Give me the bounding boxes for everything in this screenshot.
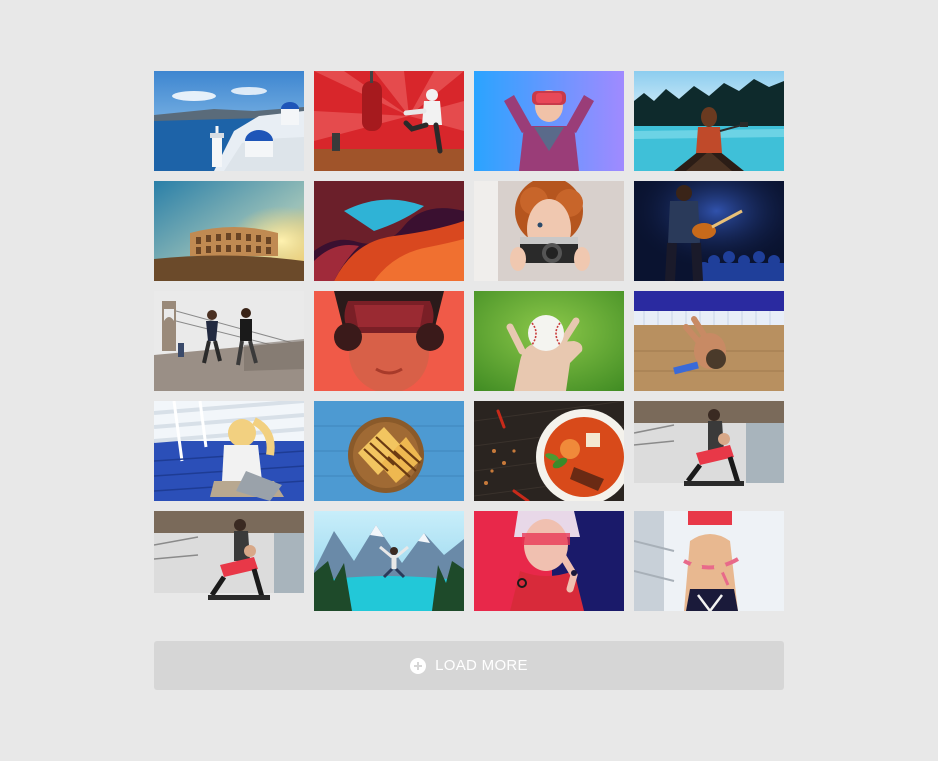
woman-vr-headset-blue-image [474,71,624,171]
load-more-button[interactable]: LOAD MORE [154,641,784,690]
gallery-tile-colosseum-sunset[interactable] [154,181,304,281]
couple-running-bridge-image [154,291,304,391]
gallery-tile-guitarist-concert[interactable] [634,181,784,281]
hand-holding-baseball-image [474,291,624,391]
woman-canoe-lake-image [634,71,784,171]
gallery-tile-hand-holding-baseball[interactable] [474,291,624,391]
guitarist-concert-image [634,181,784,281]
gym-trainer-couple-image [634,401,784,501]
gym-trainer-couple-2-image [154,511,304,611]
image-gallery [154,71,784,611]
load-more-label: LOAD MORE [435,657,528,674]
gallery-tile-gym-trainer-couple-2[interactable] [154,511,304,611]
boy-at-pool-image [634,291,784,391]
gallery-tile-boy-at-pool[interactable] [634,291,784,391]
gallery-tile-gym-trainer-couple[interactable] [634,401,784,501]
gallery-tile-redhead-camera[interactable] [474,181,624,281]
gallery-tile-fitness-measuring-tape[interactable] [634,511,784,611]
woman-vr-headset-red-image [314,291,464,391]
fitness-measuring-tape-image [634,511,784,611]
antelope-canyon-image [314,181,464,281]
gallery-tile-woman-vr-headset-blue[interactable] [474,71,624,171]
curry-soup-bowl-image [474,401,624,501]
woman-laptop-deck-image [154,401,304,501]
grilled-sandwich-image [314,401,464,501]
mountain-lake-jump-image [314,511,464,611]
gallery-tile-mountain-lake-jump[interactable] [314,511,464,611]
gallery-tile-couple-running-bridge[interactable] [154,291,304,391]
gallery-tile-antelope-canyon[interactable] [314,181,464,281]
gallery-tile-woman-canoe-lake[interactable] [634,71,784,171]
woman-red-blue-portrait-image [474,511,624,611]
boxer-red-room-image [314,71,464,171]
colosseum-sunset-image [154,181,304,281]
gallery-tile-woman-vr-headset-red[interactable] [314,291,464,391]
gallery-tile-woman-red-blue-portrait[interactable] [474,511,624,611]
santorini-coast-image [154,71,304,171]
gallery-tile-santorini-coast[interactable] [154,71,304,171]
gallery-tile-woman-laptop-deck[interactable] [154,401,304,501]
gallery-tile-boxer-red-room[interactable] [314,71,464,171]
plus-circle-icon [410,657,427,674]
gallery-tile-curry-soup-bowl[interactable] [474,401,624,501]
gallery-tile-grilled-sandwich[interactable] [314,401,464,501]
redhead-camera-image [474,181,624,281]
